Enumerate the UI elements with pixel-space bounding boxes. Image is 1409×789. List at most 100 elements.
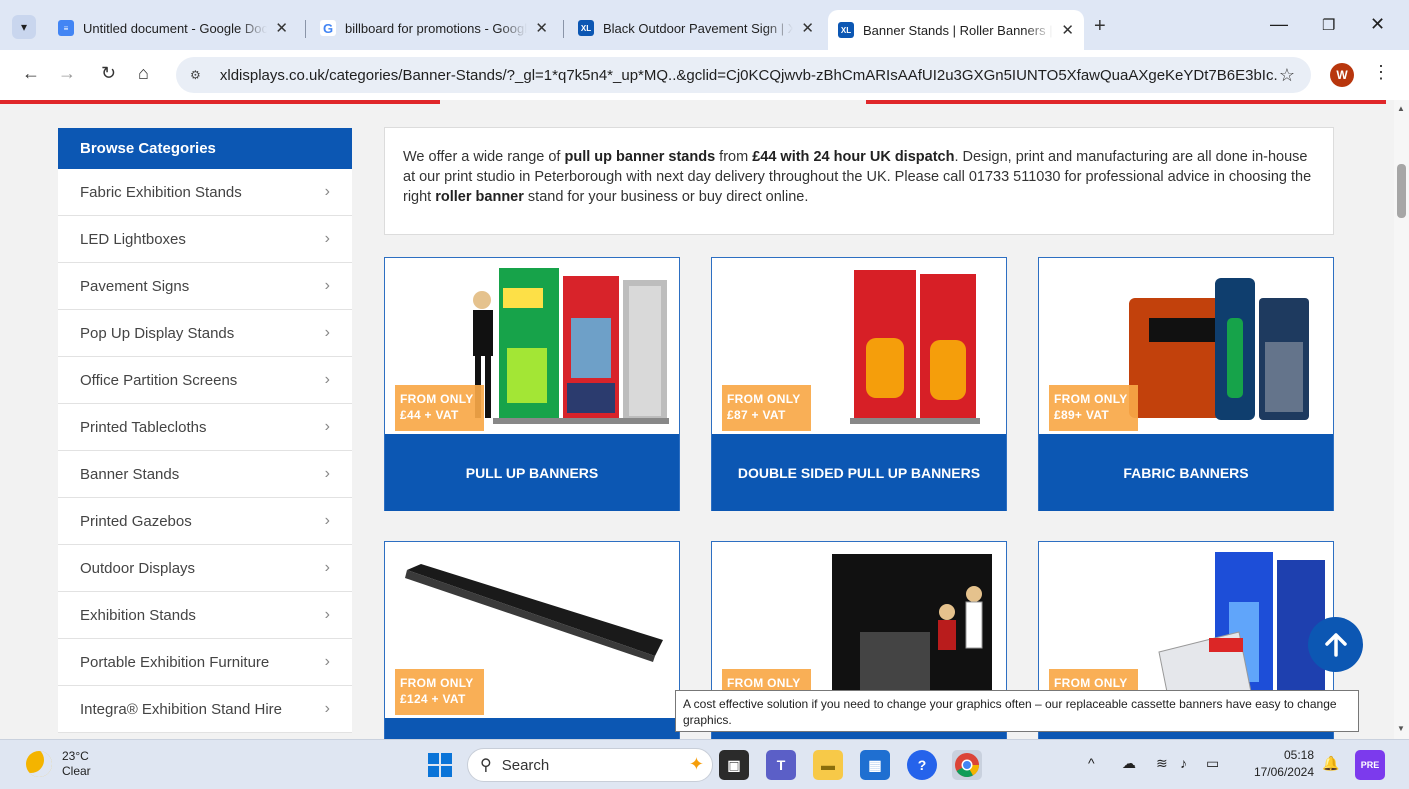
close-window-button[interactable]: ✕ bbox=[1370, 14, 1385, 35]
wifi-icon[interactable]: ≋ bbox=[1156, 755, 1168, 772]
sidebar-item-pavement-signs[interactable]: Pavement Signs › bbox=[58, 263, 352, 310]
windows-taskbar: 23°C Clear ⚲ Search ✦ ▣ T ▬ ▦ ? ^ ☁ ≋ ♪ … bbox=[0, 739, 1409, 789]
browser-tab-bar: ▾ ≡ Untitled document - Google Docs ✕ G … bbox=[0, 0, 1409, 50]
back-button[interactable]: ← bbox=[22, 63, 40, 84]
browser-menu-icon[interactable]: ⋮ bbox=[1372, 62, 1390, 83]
profile-avatar[interactable]: W bbox=[1330, 63, 1354, 87]
teams-icon[interactable]: T bbox=[766, 750, 796, 780]
product-title[interactable]: DOUBLE SIDED PULL UP BANNERS bbox=[712, 434, 1006, 511]
scroll-up-icon[interactable]: ▲ bbox=[1397, 104, 1405, 113]
sidebar-item-fabric-exhibition-stands[interactable]: Fabric Exhibition Stands › bbox=[58, 169, 352, 216]
scroll-down-icon[interactable]: ▼ bbox=[1397, 724, 1405, 733]
close-icon[interactable]: ✕ bbox=[801, 19, 814, 37]
system-clock[interactable]: 05:18 17/06/2024 bbox=[1242, 747, 1314, 781]
browser-tab-docs[interactable]: ≡ Untitled document - Google Docs ✕ bbox=[48, 11, 298, 45]
price-badge: FROM ONLY £87 + VAT bbox=[722, 385, 811, 431]
taskbar-search[interactable]: ⚲ Search ✦ bbox=[467, 748, 713, 782]
sidebar-item-exhibition-stands[interactable]: Exhibition Stands › bbox=[58, 592, 352, 639]
arrow-left-icon: ← bbox=[22, 63, 40, 83]
browser-toolbar: ← → ↻ ⌂ ⚙ xldisplays.co.uk/categories/Ba… bbox=[0, 50, 1409, 100]
browser-tab-pavement-sign[interactable]: XL Black Outdoor Pavement Sign | XL Disp… bbox=[568, 11, 824, 45]
site-info-icon[interactable]: ⚙ bbox=[190, 68, 210, 82]
back-to-top-button[interactable] bbox=[1308, 617, 1363, 672]
product-title[interactable]: PULL UP BANNERS bbox=[385, 434, 679, 511]
sidebar-item-portable-exhibition-furniture[interactable]: Portable Exhibition Furniture › bbox=[58, 639, 352, 686]
weather-widget[interactable]: 23°C Clear bbox=[26, 749, 91, 779]
help-icon[interactable]: ? bbox=[907, 750, 937, 780]
tab-separator bbox=[305, 20, 306, 38]
product-card-row2-1[interactable]: FROM ONLY £124 + VAT bbox=[384, 541, 680, 739]
task-view-icon[interactable]: ▣ bbox=[719, 750, 749, 780]
bookmark-star-icon[interactable]: ☆ bbox=[1279, 65, 1295, 86]
windows-icon bbox=[428, 753, 452, 777]
sidebar-item-banner-stands[interactable]: Banner Stands › bbox=[58, 451, 352, 498]
search-icon: ⚲ bbox=[480, 757, 492, 774]
tooltip: A cost effective solution if you need to… bbox=[675, 690, 1359, 732]
onedrive-icon[interactable]: ☁ bbox=[1122, 755, 1136, 772]
start-button[interactable] bbox=[425, 750, 455, 780]
product-card-double-sided-pull-up-banners[interactable]: FROM ONLY £87 + VAT DOUBLE SIDED PULL UP … bbox=[711, 257, 1007, 511]
browse-categories-sidebar: Browse Categories Fabric Exhibition Stan… bbox=[58, 128, 352, 733]
sidebar-item-led-lightboxes[interactable]: LED Lightboxes › bbox=[58, 216, 352, 263]
close-icon[interactable]: ✕ bbox=[1061, 21, 1074, 39]
product-card-pull-up-banners[interactable]: FROM ONLY £44 + VAT PULL UP BANNERS bbox=[384, 257, 680, 511]
minimize-icon: — bbox=[1270, 14, 1288, 34]
chevron-right-icon: › bbox=[324, 465, 330, 482]
web-page: Browse Categories Fabric Exhibition Stan… bbox=[0, 100, 1409, 739]
copilot-icon[interactable]: PRE bbox=[1355, 750, 1385, 780]
restore-icon: ❐ bbox=[1322, 17, 1336, 34]
close-icon[interactable]: ✕ bbox=[275, 19, 288, 37]
chevron-up-icon[interactable]: ^ bbox=[1088, 755, 1095, 771]
notification-bell-icon[interactable]: 🔔 bbox=[1322, 755, 1339, 772]
chevron-right-icon: › bbox=[324, 230, 330, 247]
browser-tab-banner-stands[interactable]: XL Banner Stands | Roller Banners | XL D… bbox=[828, 10, 1084, 50]
battery-icon[interactable]: ▭ bbox=[1206, 755, 1219, 772]
product-title[interactable] bbox=[385, 718, 679, 739]
chrome-logo bbox=[955, 753, 979, 778]
sidebar-item-printed-tablecloths[interactable]: Printed Tablecloths › bbox=[58, 404, 352, 451]
sidebar-item-outdoor-displays[interactable]: Outdoor Displays › bbox=[58, 545, 352, 592]
file-explorer-icon[interactable]: ▬ bbox=[813, 750, 843, 780]
product-title[interactable]: FABRIC BANNERS bbox=[1039, 434, 1333, 511]
new-tab-button[interactable]: + bbox=[1094, 15, 1106, 38]
chevron-right-icon: › bbox=[324, 277, 330, 294]
sidebar-item-office-partition-screens[interactable]: Office Partition Screens › bbox=[58, 357, 352, 404]
minimize-button[interactable]: — bbox=[1270, 14, 1288, 35]
close-icon[interactable]: ✕ bbox=[535, 19, 548, 37]
restore-button[interactable]: ❐ bbox=[1322, 16, 1335, 34]
reload-icon: ↻ bbox=[101, 63, 117, 83]
arrow-right-icon: → bbox=[58, 63, 76, 83]
scrollbar-thumb[interactable] bbox=[1397, 164, 1406, 218]
chevron-right-icon: › bbox=[324, 418, 330, 435]
close-icon: ✕ bbox=[1370, 14, 1386, 34]
address-bar[interactable]: ⚙ xldisplays.co.uk/categories/Banner-Sta… bbox=[176, 57, 1311, 93]
microsoft-store-icon[interactable]: ▦ bbox=[860, 750, 890, 780]
chevron-down-icon: ▾ bbox=[20, 20, 28, 34]
intro-text-box: We offer a wide range of pull up banner … bbox=[384, 127, 1334, 235]
google-docs-icon: ≡ bbox=[58, 20, 74, 36]
price-badge: FROM ONLY £124 + VAT bbox=[395, 669, 484, 715]
plus-icon: + bbox=[1094, 15, 1106, 37]
volume-icon[interactable]: ♪ bbox=[1180, 755, 1187, 771]
sidebar-item-pop-up-display-stands[interactable]: Pop Up Display Stands › bbox=[58, 310, 352, 357]
home-button[interactable]: ⌂ bbox=[138, 63, 149, 84]
page-scrollbar[interactable]: ▲ ▼ bbox=[1394, 100, 1409, 739]
price-badge: FROM ONLY £44 + VAT bbox=[395, 385, 484, 431]
chevron-right-icon: › bbox=[324, 559, 330, 576]
reload-button[interactable]: ↻ bbox=[101, 63, 116, 84]
chevron-right-icon: › bbox=[324, 700, 330, 717]
sidebar-item-integra-stand-hire[interactable]: Integra® Exhibition Stand Hire › bbox=[58, 686, 352, 733]
browser-tab-google-search[interactable]: G billboard for promotions - Google Sear… bbox=[310, 11, 558, 45]
forward-button[interactable]: → bbox=[58, 63, 76, 84]
sidebar-item-printed-gazebos[interactable]: Printed Gazebos › bbox=[58, 498, 352, 545]
home-icon: ⌂ bbox=[138, 63, 149, 83]
chevron-right-icon: › bbox=[324, 653, 330, 670]
product-card-fabric-banners[interactable]: FROM ONLY £89+ VAT FABRIC BANNERS bbox=[1038, 257, 1334, 511]
header-accent-line bbox=[0, 100, 440, 104]
header-accent-line bbox=[866, 100, 1386, 104]
chevron-right-icon: › bbox=[324, 512, 330, 529]
chrome-icon[interactable] bbox=[952, 750, 982, 780]
chevron-right-icon: › bbox=[324, 371, 330, 388]
tab-search-button[interactable]: ▾ bbox=[12, 15, 36, 39]
url-text[interactable]: xldisplays.co.uk/categories/Banner-Stand… bbox=[220, 67, 1279, 84]
